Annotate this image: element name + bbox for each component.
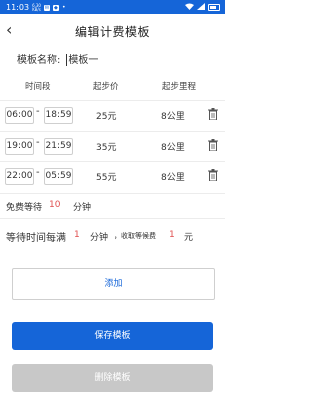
status-bar: 11:03 6.30 KB/s ✉ ◆ • <box>0 0 225 14</box>
save-template-button[interactable]: 保存模板 <box>12 322 213 350</box>
time-separator: - <box>36 137 40 148</box>
wait-fee-input[interactable]: 1 <box>169 230 175 240</box>
end-time-input[interactable]: 18:59 <box>44 107 73 124</box>
trash-icon[interactable] <box>208 139 218 151</box>
wait-fee-label: 等待时间每满 <box>6 233 66 244</box>
free-wait-unit: 分钟 <box>73 203 92 213</box>
wait-charge-label: ，收取等候费 <box>114 232 156 240</box>
start-distance-value: 8公里 <box>161 143 185 153</box>
table-row: 22:00 - 05:59 55元 8公里 <box>0 161 225 190</box>
start-price-value: 25元 <box>96 112 117 122</box>
network-speed: 6.30 KB/s <box>32 2 41 12</box>
free-wait-input[interactable]: 10 <box>49 200 60 210</box>
battery-icon <box>208 4 220 11</box>
signal-icon <box>197 3 205 12</box>
clock: 11:03 <box>6 3 30 12</box>
app-icon: ◆ <box>52 4 59 11</box>
template-name-input[interactable]: 模板一 <box>66 51 98 66</box>
time-separator: - <box>36 106 40 117</box>
time-separator: - <box>36 167 40 178</box>
wait-fee-row: 等待时间每满 1 分钟 ，收取等候费 1 元 <box>0 218 225 251</box>
header-start-price: 起步价 <box>93 82 119 92</box>
trash-icon[interactable] <box>208 169 218 181</box>
start-price-value: 35元 <box>96 143 117 153</box>
start-time-input[interactable]: 06:00 <box>5 107 34 124</box>
header-time-range: 时间段 <box>25 82 51 92</box>
more-notifications-icon: • <box>61 4 66 11</box>
table-row: 06:00 - 18:59 25元 8公里 <box>0 100 225 129</box>
wait-fee-unit: 元 <box>184 233 194 243</box>
wifi-icon <box>185 3 194 12</box>
free-wait-row: 免费等待 10 分钟 <box>0 193 225 218</box>
template-name-row: 模板名称: 模板一 <box>17 50 98 66</box>
page-title: 编辑计费模板 <box>74 25 150 39</box>
wait-minutes-input[interactable]: 1 <box>74 230 80 240</box>
start-price-value: 55元 <box>96 173 117 183</box>
add-button[interactable]: 添加 <box>12 268 215 300</box>
start-time-input[interactable]: 22:00 <box>5 168 34 185</box>
notification-icon: ✉ <box>43 4 50 11</box>
start-distance-value: 8公里 <box>161 112 185 122</box>
wait-minutes-unit: 分钟 <box>90 233 109 243</box>
template-name-label: 模板名称: <box>17 54 61 66</box>
start-distance-value: 8公里 <box>161 173 185 183</box>
table-header: 时间段 起步价 起步里程 <box>0 80 225 94</box>
end-time-input[interactable]: 05:59 <box>44 168 73 185</box>
start-time-input[interactable]: 19:00 <box>5 138 34 155</box>
trash-icon[interactable] <box>208 108 218 120</box>
header-start-distance: 起步里程 <box>162 82 197 92</box>
end-time-input[interactable]: 21:59 <box>44 138 73 155</box>
free-wait-label: 免费等待 <box>6 203 43 213</box>
delete-template-button[interactable]: 删除模板 <box>12 364 213 392</box>
navigation-bar: ‹ 编辑计费模板 <box>0 14 225 48</box>
table-row: 19:00 - 21:59 35元 8公里 <box>0 131 225 160</box>
